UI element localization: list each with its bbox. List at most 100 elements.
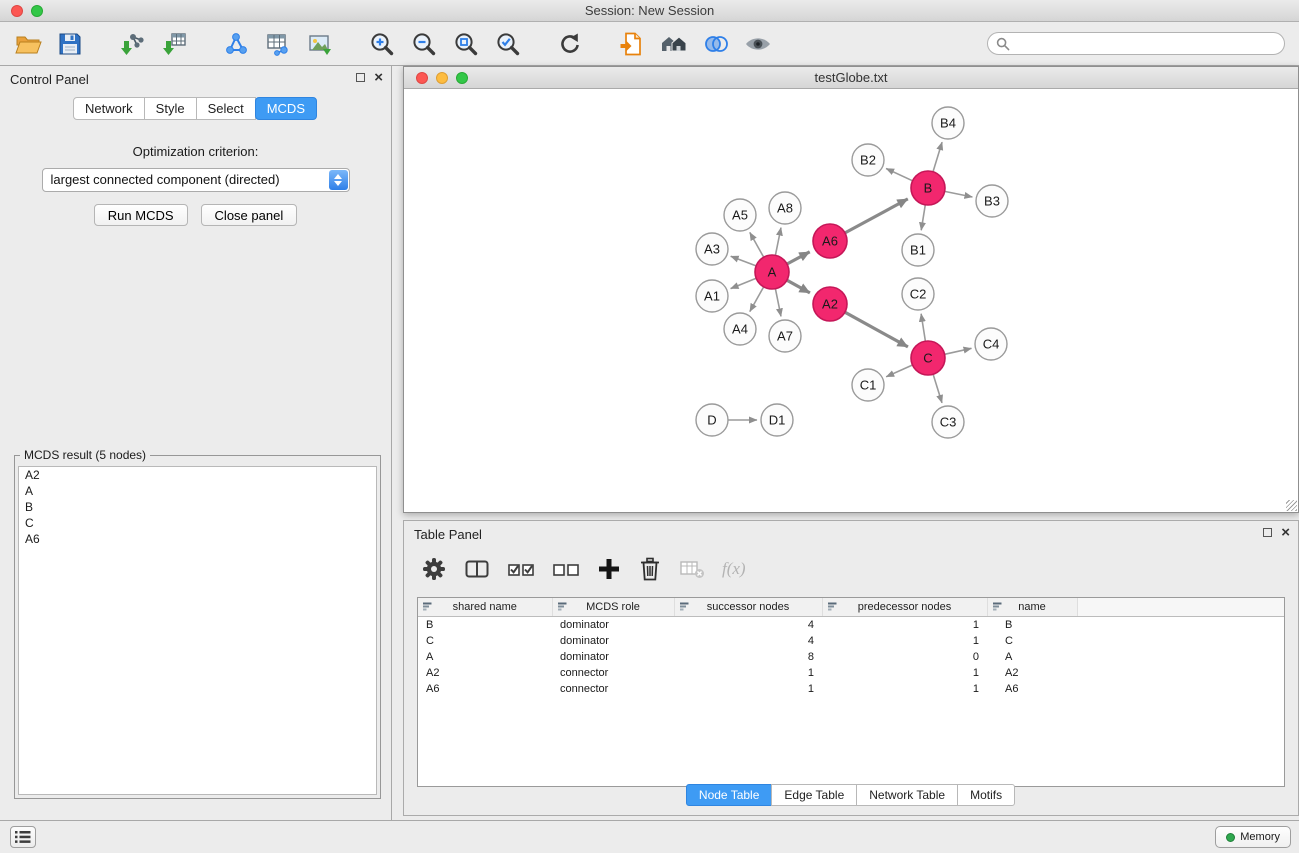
refresh-layout-button[interactable] — [552, 26, 588, 62]
cell[interactable]: A6 — [987, 681, 1077, 697]
export-document-button[interactable] — [614, 26, 650, 62]
import-table-file-button[interactable] — [156, 26, 192, 62]
edge-A6-B[interactable] — [845, 199, 908, 233]
new-network-button[interactable] — [218, 26, 254, 62]
zoom-selected-button[interactable] — [490, 26, 526, 62]
run-mcds-button[interactable]: Run MCDS — [94, 204, 188, 226]
cell[interactable]: 1 — [822, 665, 987, 681]
result-item-a[interactable]: A — [19, 483, 376, 499]
result-item-b[interactable]: B — [19, 499, 376, 515]
tab-node-table[interactable]: Node Table — [686, 784, 773, 806]
node-A[interactable]: A — [755, 255, 789, 289]
cell[interactable]: dominator — [552, 633, 674, 649]
edge-A-A1[interactable] — [731, 278, 757, 288]
node-A4[interactable]: A4 — [724, 313, 756, 345]
result-item-a2[interactable]: A2 — [19, 467, 376, 483]
edge-A-A7[interactable] — [775, 289, 781, 317]
tab-motifs[interactable]: Motifs — [957, 784, 1015, 806]
cell[interactable]: 1 — [674, 681, 822, 697]
table-row-a[interactable]: Adominator80A — [418, 649, 1284, 665]
open-session-button[interactable] — [10, 26, 46, 62]
cell[interactable]: connector — [552, 665, 674, 681]
edge-B-B4[interactable] — [933, 142, 942, 172]
network-canvas[interactable]: B4B2BB3A5A8A6B1A3AC2A1A2A4A7C4CC1C3DD1 — [404, 90, 1298, 513]
edge-A-A4[interactable] — [750, 287, 764, 312]
result-item-c[interactable]: C — [19, 515, 376, 531]
optimization-criterion-dropdown[interactable]: largest connected component (directed) — [42, 168, 350, 192]
node-D[interactable]: D — [696, 404, 728, 436]
task-history-button[interactable] — [10, 826, 36, 848]
deselect-all-button[interactable] — [552, 556, 580, 582]
edge-A-A5[interactable] — [750, 232, 764, 257]
table-row-c[interactable]: Cdominator41C — [418, 633, 1284, 649]
edge-C-C4[interactable] — [945, 348, 972, 354]
node-B3[interactable]: B3 — [976, 185, 1008, 217]
search-input[interactable] — [1014, 36, 1276, 51]
node-C1[interactable]: C1 — [852, 369, 884, 401]
add-row-button[interactable] — [597, 557, 621, 581]
cell[interactable]: A2 — [418, 665, 552, 681]
table-row-a6[interactable]: A6connector11A6 — [418, 681, 1284, 697]
edge-B-B2[interactable] — [886, 169, 913, 181]
dropdown-stepper-icon[interactable] — [329, 170, 348, 190]
network-minimize-button[interactable] — [436, 72, 448, 84]
cell[interactable]: 1 — [674, 665, 822, 681]
mcds-result-list[interactable]: A2ABCA6 — [18, 466, 377, 795]
edge-C-C3[interactable] — [933, 374, 942, 403]
edge-C-C2[interactable] — [921, 314, 925, 341]
node-A6[interactable]: A6 — [813, 224, 847, 258]
select-all-button[interactable] — [507, 556, 535, 582]
node-A3[interactable]: A3 — [696, 233, 728, 265]
cell[interactable]: B — [987, 616, 1077, 633]
zoom-fit-button[interactable] — [448, 26, 484, 62]
cell[interactable]: 1 — [822, 633, 987, 649]
window-resize-grip[interactable] — [1286, 500, 1297, 511]
table-row-b[interactable]: Bdominator41B — [418, 616, 1284, 633]
column-header-name[interactable]: name — [987, 598, 1077, 616]
node-C3[interactable]: C3 — [932, 406, 964, 438]
delete-row-button[interactable] — [638, 556, 662, 582]
network-close-button[interactable] — [416, 72, 428, 84]
node-A8[interactable]: A8 — [769, 192, 801, 224]
cell[interactable]: connector — [552, 681, 674, 697]
edge-A-A8[interactable] — [775, 228, 781, 256]
table-settings-button[interactable] — [421, 556, 447, 582]
column-header-mcds-role[interactable]: MCDS role — [552, 598, 674, 616]
tab-select[interactable]: Select — [196, 97, 256, 120]
tab-style[interactable]: Style — [144, 97, 197, 120]
cell[interactable]: dominator — [552, 649, 674, 665]
function-builder-button[interactable]: f(x) — [722, 559, 746, 579]
cell[interactable]: A — [418, 649, 552, 665]
cell[interactable]: C — [987, 633, 1077, 649]
zoom-window-button[interactable] — [31, 5, 43, 17]
column-header-predecessor-nodes[interactable]: predecessor nodes — [822, 598, 987, 616]
edge-A-A6[interactable] — [787, 252, 810, 264]
close-panel-button[interactable]: Close panel — [201, 204, 298, 226]
network-zoom-button[interactable] — [456, 72, 468, 84]
float-panel-icon[interactable] — [356, 73, 365, 82]
search-box[interactable] — [987, 32, 1285, 55]
node-A1[interactable]: A1 — [696, 280, 728, 312]
network-window-titlebar[interactable]: testGlobe.txt — [404, 67, 1298, 89]
column-header-successor-nodes[interactable]: successor nodes — [674, 598, 822, 616]
show-all-networks-button[interactable] — [656, 26, 692, 62]
edge-C-C1[interactable] — [886, 365, 912, 377]
tab-mcds[interactable]: MCDS — [255, 97, 317, 120]
cell[interactable]: 1 — [822, 616, 987, 633]
cell[interactable]: A6 — [418, 681, 552, 697]
table-row-a2[interactable]: A2connector11A2 — [418, 665, 1284, 681]
node-B2[interactable]: B2 — [852, 144, 884, 176]
edge-A-A2[interactable] — [787, 280, 810, 293]
close-table-panel-icon[interactable]: × — [1281, 527, 1290, 538]
cell[interactable]: 1 — [822, 681, 987, 697]
node-B4[interactable]: B4 — [932, 107, 964, 139]
memory-button[interactable]: Memory — [1215, 826, 1291, 848]
cell[interactable]: 0 — [822, 649, 987, 665]
node-D1[interactable]: D1 — [761, 404, 793, 436]
node-B1[interactable]: B1 — [902, 234, 934, 266]
cell[interactable]: 8 — [674, 649, 822, 665]
float-table-panel-icon[interactable] — [1263, 528, 1272, 537]
node-C2[interactable]: C2 — [902, 278, 934, 310]
cell[interactable]: C — [418, 633, 552, 649]
node-B[interactable]: B — [911, 171, 945, 205]
